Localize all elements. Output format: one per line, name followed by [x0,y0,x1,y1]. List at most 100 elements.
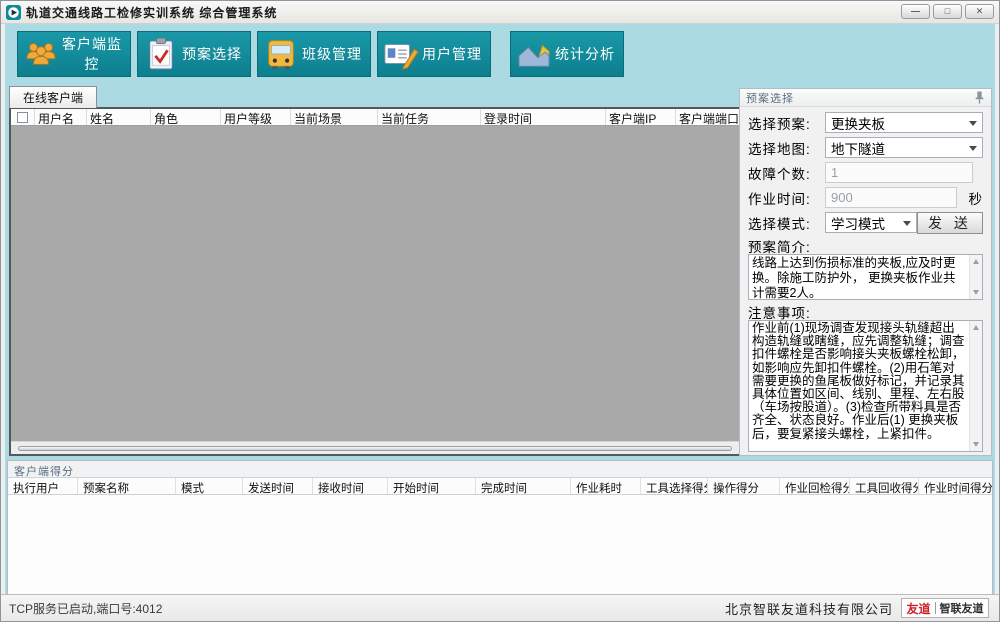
plan-dropdown-value: 更换夹板 [831,113,885,133]
plan-select-button[interactable]: 预案选择 [137,31,251,77]
tab-online-clients[interactable]: 在线客户端 [9,86,97,108]
col-operation-score[interactable]: 操作得分 [708,478,780,494]
chevron-down-icon [969,146,977,151]
app-window: 轨道交通线路工检修实训系统 综合管理系统 — □ ✕ 客 [0,0,1000,622]
scroll-down-icon[interactable] [973,442,979,447]
scroll-up-icon[interactable] [973,325,979,330]
main-toolbar: 客户端监控 预案选择 [17,31,624,77]
seconds-unit-label: 秒 [969,188,984,208]
score-panel-title: 客户端得分 [8,461,992,477]
col-tool-select-score[interactable]: 工具选择得分 [641,478,708,494]
plan-label: 选择预案: [748,113,825,133]
col-plan-name[interactable]: 预案名称 [78,478,176,494]
logo-red-text: 友道 [906,600,930,617]
notes-textbox[interactable]: 作业前(1)现场调查发现接头轨缝超出构造轨缝或瞎缝，应先调整轨缝；调查扣件螺栓是… [748,320,983,452]
notes-label: 注意事项: [748,302,983,320]
mode-dropdown-value: 学习模式 [831,213,885,233]
mode-dropdown[interactable]: 学习模式 [825,212,917,233]
window-title: 轨道交通线路工检修实训系统 综合管理系统 [26,4,277,21]
col-work-time-score[interactable]: 作业时间得分 [919,478,992,494]
window-controls: — □ ✕ [901,4,994,19]
user-manage-button[interactable]: 用户管理 [377,31,491,77]
logo-divider [935,602,936,614]
online-clients-table: 用户名 姓名 角色 用户等级 当前场景 当前任务 登录时间 客户端IP 客户端端… [9,107,741,456]
map-dropdown-value: 地下隧道 [831,138,885,158]
plan-panel-title: 预案选择 [746,90,794,106]
col-name[interactable]: 姓名 [87,109,151,125]
col-start-time[interactable]: 开始时间 [388,478,476,494]
client-monitor-button[interactable]: 客户端监控 [17,31,131,77]
score-table-header: 执行用户 预案名称 模式 发送时间 接收时间 开始时间 完成时间 作业耗时 工具… [8,477,992,495]
work-time-input: 900 [825,187,957,208]
col-finish-time[interactable]: 完成时间 [476,478,571,494]
clients-table-header: 用户名 姓名 角色 用户等级 当前场景 当前任务 登录时间 客户端IP 客户端端… [11,109,739,126]
id-card-pencil-icon [383,36,419,72]
col-role[interactable]: 角色 [151,109,221,125]
status-bar: TCP服务已启动,端口号:4012 北京智联友道科技有限公司 友道 智联友道 [1,594,999,621]
plan-panel-header: 预案选择 [740,89,991,107]
chevron-down-icon [903,221,911,226]
intro-text: 线路上达到伤损标准的夹板,应及时更换。除施工防护外， 更换夹板作业共计需要2人。 [752,256,955,300]
notes-text: 作业前(1)现场调查发现接头轨缝超出构造轨缝或瞎缝，应先调整轨缝；调查扣件螺栓是… [752,321,965,441]
col-tool-return-score[interactable]: 工具回收得分 [850,478,919,494]
col-login-time[interactable]: 登录时间 [481,109,606,125]
col-username[interactable]: 用户名 [35,109,87,125]
score-table-body [8,495,992,594]
tcp-status-text: TCP服务已启动,端口号:4012 [9,600,162,617]
col-work-duration[interactable]: 作业耗时 [571,478,641,494]
scroll-down-icon[interactable] [973,290,979,295]
plan-select-panel: 预案选择 选择预案: 更换夹板 选择地图: [739,88,992,456]
stats-analysis-button[interactable]: 统计分析 [510,31,624,77]
minimize-button[interactable]: — [901,4,930,19]
col-mode[interactable]: 模式 [176,478,243,494]
plan-dropdown[interactable]: 更换夹板 [825,112,983,133]
clipboard-check-icon [143,36,179,72]
horizontal-scrollbar [11,441,739,454]
class-manage-button[interactable]: 班级管理 [257,31,371,77]
chevron-down-icon [969,121,977,126]
plan-panel-body: 选择预案: 更换夹板 选择地图: 地下隧道 故障个数: 1 [740,107,991,452]
col-client-ip[interactable]: 客户端IP [606,109,676,125]
bus-icon [263,36,299,72]
area-chart-icon [516,36,552,72]
col-recheck-score[interactable]: 作业回检得分 [780,478,850,494]
company-name: 北京智联友道科技有限公司 [725,599,893,618]
logo-dark-text: 智联友道 [940,600,984,616]
select-all-cell [11,109,35,125]
send-button[interactable]: 发 送 [917,212,983,234]
col-send-time[interactable]: 发送时间 [243,478,313,494]
fault-count-input: 1 [825,162,973,183]
col-receive-time[interactable]: 接收时间 [313,478,388,494]
intro-label: 预案简介: [748,236,983,254]
intro-textbox[interactable]: 线路上达到伤损标准的夹板,应及时更换。除施工防护外， 更换夹板作业共计需要2人。 [748,254,983,300]
col-exec-user[interactable]: 执行用户 [8,478,78,494]
scroll-up-icon[interactable] [973,259,979,264]
col-current-scene[interactable]: 当前场景 [291,109,378,125]
toolbar-button-label: 统计分析 [552,44,618,64]
col-client-port[interactable]: 客户端端口 [676,109,739,125]
scrollbar-thumb[interactable] [18,446,732,451]
select-all-checkbox[interactable] [17,112,28,123]
toolbar-button-label: 班级管理 [299,44,365,64]
clients-table-body [11,126,739,441]
work-time-label: 作业时间: [748,188,825,208]
mode-label: 选择模式: [748,213,825,233]
toolbar-button-label: 客户端监控 [59,34,125,74]
client-area: 客户端监控 预案选择 [5,24,995,594]
notes-scrollbar [969,321,982,451]
col-current-task[interactable]: 当前任务 [378,109,481,125]
maximize-button[interactable]: □ [933,4,962,19]
title-bar: 轨道交通线路工检修实训系统 综合管理系统 — □ ✕ [1,1,999,24]
map-dropdown[interactable]: 地下隧道 [825,137,983,158]
fault-count-label: 故障个数: [748,163,825,183]
toolbar-button-label: 用户管理 [419,44,485,64]
map-label: 选择地图: [748,138,825,158]
company-logo: 友道 智联友道 [901,598,989,618]
close-button[interactable]: ✕ [965,4,994,19]
people-group-icon [23,36,59,72]
toolbar-button-label: 预案选择 [179,44,245,64]
client-score-panel: 客户端得分 执行用户 预案名称 模式 发送时间 接收时间 开始时间 完成时间 作… [7,460,993,595]
col-user-level[interactable]: 用户等级 [221,109,291,125]
app-icon[interactable] [6,5,21,20]
pin-icon[interactable] [974,91,985,104]
